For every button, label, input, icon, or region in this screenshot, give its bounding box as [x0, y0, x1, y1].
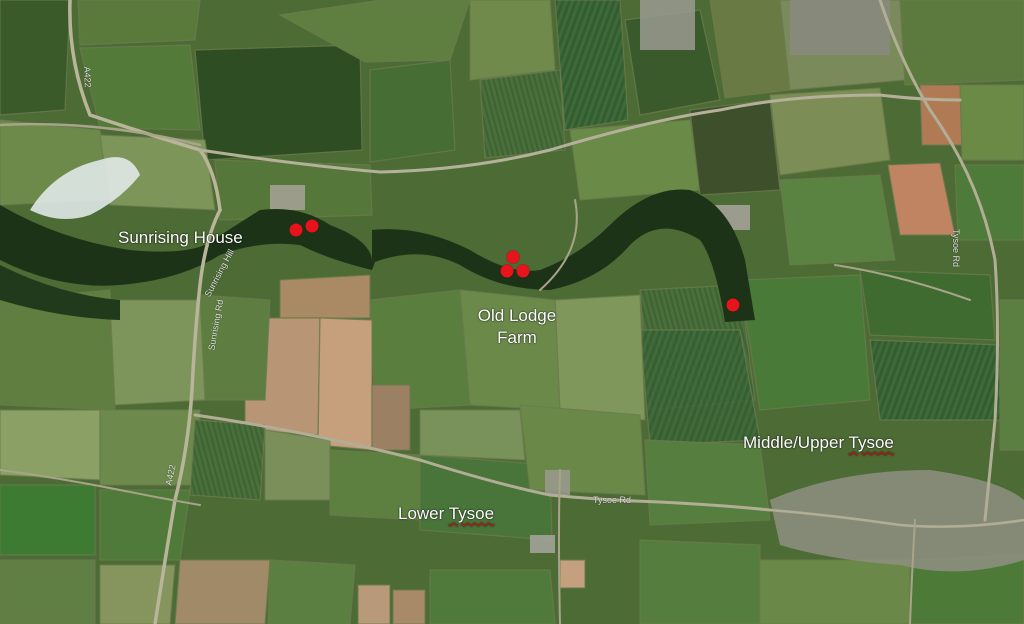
label-middle-upper-tysoe-word: Tysoe [848, 433, 894, 452]
label-middle-upper-tysoe: Middle/Upper Tysoe [743, 432, 894, 454]
label-old-lodge-farm-line2: Farm [497, 328, 537, 347]
location-marker[interactable] [506, 250, 520, 264]
location-marker[interactable] [500, 264, 514, 278]
label-lower-prefix: Lower [398, 504, 449, 523]
label-old-lodge-farm-line1: Old Lodge [477, 306, 557, 325]
label-lower-tysoe: Lower Tysoe [398, 503, 494, 525]
satellite-map[interactable]: A422 A422 Sunrising Hill Sunrising Rd Ty… [0, 0, 1024, 624]
label-middle-upper-prefix: Middle/Upper [743, 433, 849, 452]
label-lower-tysoe-word: Tysoe [448, 504, 495, 523]
location-marker[interactable] [305, 219, 319, 233]
label-old-lodge-farm: Old Lodge Farm [470, 305, 564, 349]
location-marker[interactable] [726, 298, 740, 312]
road-label-tysoe-rd-east: Tysoe Rd [951, 228, 962, 268]
label-sunrising-house: Sunrising House [118, 228, 243, 247]
road-label-tysoe-rd-south: Tysoe Rd [593, 495, 632, 505]
road-label-a422-north: A422 [82, 66, 93, 88]
location-marker[interactable] [516, 264, 530, 278]
location-marker[interactable] [289, 223, 303, 237]
